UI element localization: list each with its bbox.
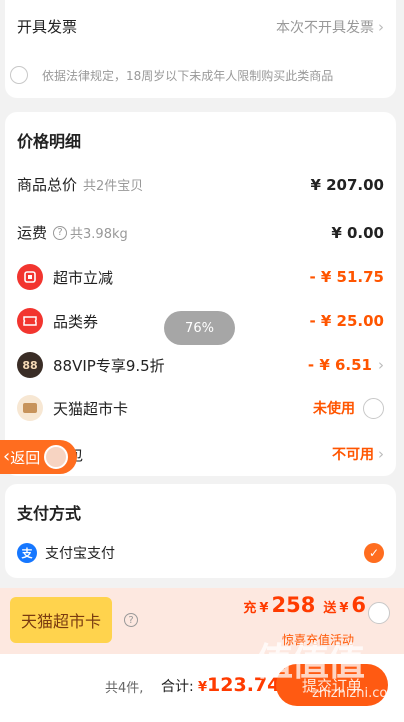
price-detail-title: 价格明细: [17, 132, 82, 151]
chevron-left-icon: ‹: [3, 446, 11, 467]
subtotal-label: 商品总价: [17, 176, 78, 194]
gift-amount: 6: [351, 593, 366, 617]
red-packet-status: 不可用: [332, 447, 374, 463]
discount-tag-icon: [17, 264, 43, 290]
watermark-url: zhizhizhi.com: [312, 686, 400, 701]
tmall-card-status: 未使用: [313, 401, 355, 417]
back-button[interactable]: ‹ 返回: [0, 440, 77, 474]
total-label: 合计:: [161, 679, 194, 695]
payment-card: 支付方式 支 支付宝支付 ✓: [5, 484, 396, 578]
vip-discount-label: 88VIP专享9.5折: [53, 356, 165, 375]
vip-discount-row[interactable]: 88 88VIP专享9.5折 - ¥ 6.51 ›: [17, 352, 384, 378]
shipping-label: 运费: [17, 224, 48, 242]
zoom-indicator: 76%: [164, 311, 235, 345]
watermark-logo: 值值值: [255, 640, 365, 684]
tmall-card-label: 天猫超市卡: [53, 399, 129, 418]
item-count: 共4件,: [105, 681, 144, 696]
invoice-card: 开具发票 本次不开具发票 › 依据法律规定，18周岁以下未成年人限制购买此类商品: [5, 0, 396, 98]
tmall-card-row[interactable]: 天猫超市卡 未使用: [17, 395, 384, 421]
alipay-icon: 支: [17, 543, 37, 563]
age-consent-row[interactable]: 依据法律规定，18周岁以下未成年人限制购买此类商品: [10, 66, 333, 84]
chevron-right-icon: ›: [378, 356, 384, 374]
invoice-row[interactable]: 开具发票 本次不开具发票 ›: [17, 16, 384, 37]
charge-prefix: 充: [243, 601, 257, 616]
question-icon[interactable]: ?: [53, 225, 68, 240]
vip-88-icon: 88: [17, 352, 43, 378]
category-coupon-amount: - ¥ 25.00: [309, 312, 384, 330]
promo-radio[interactable]: [368, 602, 390, 624]
charge-amount: 258: [271, 593, 316, 617]
gift-card-icon: [17, 395, 43, 421]
gift-currency: ¥: [339, 601, 349, 616]
back-label: 返回: [10, 448, 41, 467]
age-consent-text: 依据法律规定，18周岁以下未成年人限制购买此类商品: [42, 68, 334, 83]
alipay-label: 支付宝支付: [45, 546, 115, 562]
shipping-amount: ¥ 0.00: [331, 223, 384, 242]
supermarket-discount-label: 超市立减: [53, 268, 114, 287]
promo-offer: 充 ¥ 258 送 ¥ 6: [243, 593, 366, 617]
payment-title: 支付方式: [17, 504, 82, 523]
chevron-right-icon: ›: [378, 445, 384, 463]
tmall-card-promo-label: 天猫超市卡: [10, 597, 112, 643]
supermarket-discount-amount: - ¥ 51.75: [309, 268, 384, 286]
subtotal-count: 共2件宝贝: [83, 179, 144, 194]
vip-discount-amount: - ¥ 6.51: [307, 356, 372, 374]
shipping-weight: 共3.98kg: [70, 227, 128, 242]
price-detail-card: 价格明细 商品总价 共2件宝贝 ¥ 207.00 运费 ? 共3.98kg ¥ …: [5, 112, 396, 476]
invoice-value: 本次不开具发票: [276, 19, 374, 36]
age-consent-radio[interactable]: [10, 66, 28, 84]
alipay-option[interactable]: 支 支付宝支付 ✓: [17, 543, 384, 563]
gift-prefix: 送: [323, 601, 337, 616]
check-icon[interactable]: ✓: [364, 543, 384, 563]
supermarket-discount-row: 超市立减 - ¥ 51.75: [17, 264, 384, 290]
tmall-card-radio[interactable]: [363, 397, 384, 419]
subtotal-amount: ¥ 207.00: [310, 175, 384, 194]
category-coupon-label: 品类券: [53, 312, 99, 331]
question-icon[interactable]: ?: [124, 613, 138, 627]
invoice-label: 开具发票: [17, 18, 78, 36]
total-currency: ¥: [198, 680, 208, 695]
avatar: [44, 445, 69, 469]
coupon-icon: [17, 308, 43, 334]
shipping-row: 运费 ? 共3.98kg ¥ 0.00: [17, 222, 384, 243]
watermark: 值值值 zhizhizhi.com: [255, 640, 400, 720]
charge-currency: ¥: [259, 601, 269, 616]
subtotal-row: 商品总价 共2件宝贝 ¥ 207.00: [17, 174, 384, 195]
chevron-right-icon: ›: [378, 17, 384, 36]
